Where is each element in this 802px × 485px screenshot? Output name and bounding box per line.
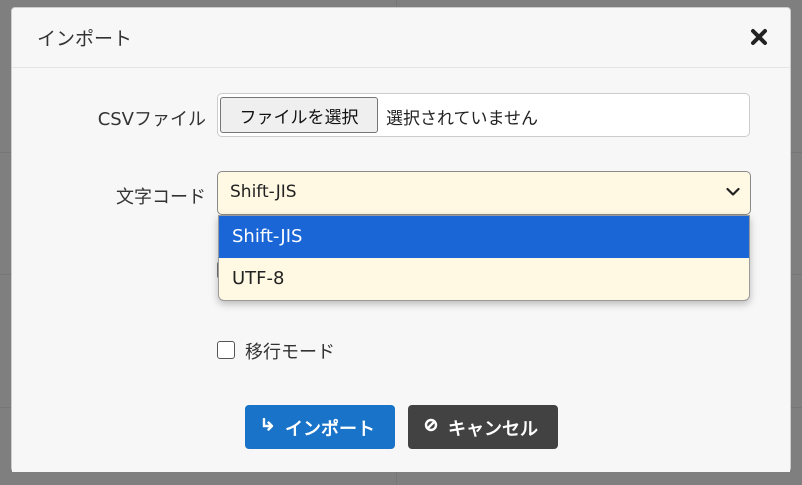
choose-file-button[interactable]: ファイルを選択 [220, 97, 378, 133]
modal-title: インポート [37, 28, 133, 50]
encoding-option-utf-8[interactable]: UTF-8 [219, 258, 749, 300]
cancel-button-label: キャンセル [448, 419, 538, 440]
close-icon [751, 29, 767, 45]
import-button-label: インポート [285, 419, 375, 440]
close-button[interactable] [748, 26, 770, 48]
prohibited-icon [424, 418, 438, 432]
import-button[interactable]: インポート [245, 405, 395, 449]
encoding-label: 文字コード [116, 187, 206, 208]
encoding-option-shift-jis[interactable]: Shift-JIS [219, 216, 749, 258]
file-status-text: 選択されていません [386, 109, 538, 129]
migration-mode-checkbox[interactable] [217, 341, 235, 359]
csv-file-input[interactable]: ファイルを選択 選択されていません [217, 93, 750, 137]
encoding-select[interactable]: Shift-JIS [217, 171, 751, 215]
migration-mode-label: 移行モード [245, 342, 335, 363]
chevron-down-icon [726, 187, 740, 196]
return-arrow-icon [262, 418, 274, 431]
encoding-dropdown-list: Shift-JIS UTF-8 [218, 215, 750, 301]
encoding-selected-value: Shift-JIS [230, 182, 297, 202]
modal-header: インポート [12, 8, 790, 68]
import-modal: インポート CSVファイル ファイルを選択 選択されていません 文字コード Sh… [11, 7, 791, 472]
cancel-button[interactable]: キャンセル [408, 405, 558, 449]
modal-body: CSVファイル ファイルを選択 選択されていません 文字コード Shift-JI… [12, 68, 790, 472]
csv-file-label: CSVファイル [97, 109, 206, 130]
